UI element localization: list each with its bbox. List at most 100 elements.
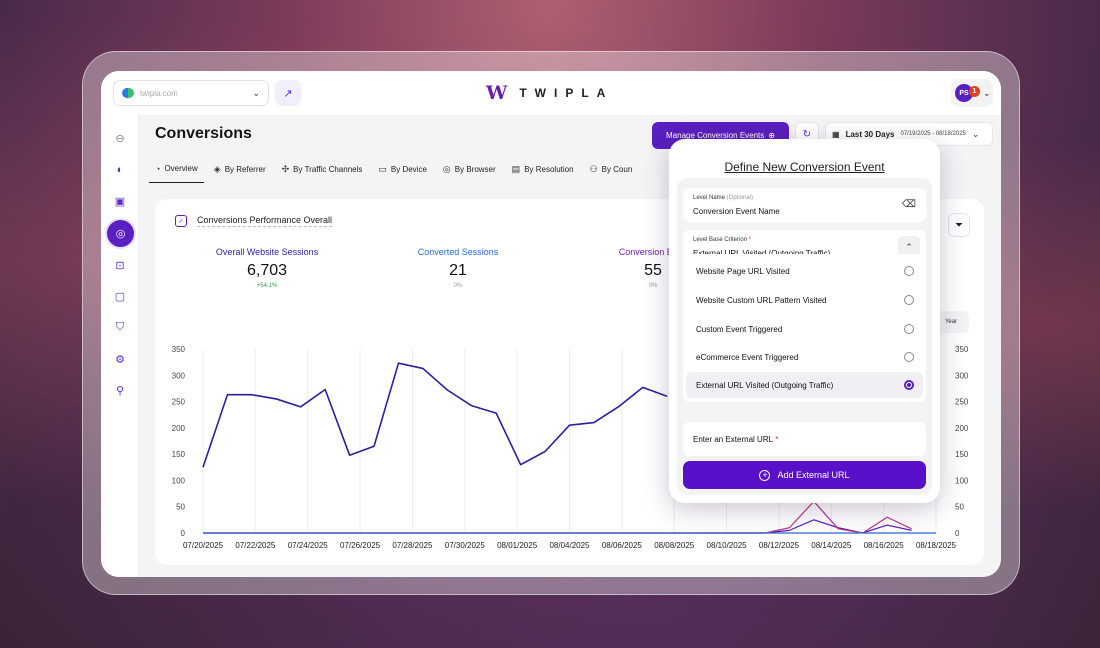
- x-tick-label: 07/26/2025: [340, 541, 381, 550]
- option-label: Custom Event Triggered: [696, 324, 783, 334]
- calendar-icon: ▦: [832, 129, 840, 139]
- external-url-input[interactable]: Enter an External URL *: [683, 422, 926, 456]
- tab-bar: ◔ Overview ◈ By Referrer ✣ By Traffic Chann…: [149, 155, 638, 183]
- y-tick-label-right: 200: [955, 424, 969, 433]
- option-ecommerce-event[interactable]: eCommerce Event Triggered: [686, 344, 923, 370]
- y-tick-label-right: 0: [955, 529, 960, 538]
- sidebar-globe-icon[interactable]: ◐: [108, 158, 132, 182]
- radio-button[interactable]: [904, 352, 914, 362]
- x-tick-label: 08/10/2025: [707, 541, 748, 550]
- add-button-label: Add External URL: [777, 470, 850, 480]
- tab-by-browser[interactable]: ◎ By Browser: [437, 155, 502, 183]
- series-line-0: [202, 362, 668, 468]
- x-tick-label: 07/20/2025: [183, 541, 224, 550]
- sidebar-gear-icon[interactable]: ⚙: [108, 347, 132, 371]
- x-tick-label: 08/08/2025: [654, 541, 695, 550]
- x-tick-label: 08/12/2025: [759, 541, 800, 550]
- criterion-label-text: Level Base Criterion: [693, 237, 748, 243]
- tab-by-resolution[interactable]: ▤ By Resolution: [506, 155, 580, 183]
- tab-label: By Referrer: [224, 164, 266, 174]
- series-line-1: [203, 519, 912, 534]
- required-mark: *: [748, 237, 752, 243]
- eraser-icon[interactable]: ⌫: [902, 199, 916, 210]
- level-name-label: Level Name (Optional): [693, 195, 753, 201]
- tab-label: By Traffic Channels: [293, 164, 363, 174]
- tab-overview[interactable]: ◔ Overview: [149, 155, 204, 183]
- sidebar-chat-icon[interactable]: ▢: [108, 284, 132, 308]
- plus-circle-icon: +: [759, 469, 771, 481]
- tab-label: By Coun: [601, 164, 633, 174]
- criterion-label: Level Base Criterion *: [693, 237, 751, 243]
- popup-body: Level Name (Optional) Conversion Event N…: [677, 178, 932, 495]
- chevron-down-icon: ⌄: [971, 128, 980, 139]
- level-name-label-text: Level Name: [693, 195, 726, 201]
- user-menu[interactable]: PS 1 ⌄: [951, 79, 993, 107]
- tab-label: By Resolution: [524, 164, 574, 174]
- series-line-2: [203, 500, 912, 534]
- logo-mark: W: [486, 82, 508, 104]
- avatar: PS 1: [955, 84, 980, 102]
- avatar-initials: PS: [959, 89, 969, 97]
- radio-button[interactable]: [904, 324, 914, 334]
- website-selector[interactable]: twipla.com ⌄: [113, 80, 269, 106]
- criterion-options: Website Page URL Visited Website Custom …: [683, 254, 926, 402]
- tab-by-referrer[interactable]: ◈ By Referrer: [208, 155, 272, 183]
- level-name-field[interactable]: Level Name (Optional) Conversion Event N…: [683, 188, 926, 222]
- sidebar-scan-icon[interactable]: ⊡: [108, 253, 132, 277]
- option-external-url[interactable]: External URL Visited (Outgoing Traffic): [686, 372, 923, 398]
- option-label: External URL Visited (Outgoing Traffic): [696, 380, 834, 390]
- tab-by-country[interactable]: ⚇ By Coun: [584, 155, 639, 183]
- refresh-icon: ↻: [802, 128, 812, 140]
- top-bar: twipla.com ⌄ ↗ W TWIPLA PS 1 ⌄: [101, 71, 1001, 115]
- y-tick-label: 150: [172, 450, 186, 459]
- x-tick-label: 07/28/2025: [392, 541, 433, 550]
- x-tick-label: 08/18/2025: [916, 541, 957, 550]
- site-url: twipla.com: [140, 88, 178, 98]
- define-conversion-event-popup: Define New Conversion Event Level Name (…: [669, 139, 940, 503]
- tab-icon: ▭: [378, 163, 387, 174]
- y-tick-label-right: 350: [955, 345, 969, 354]
- sidebar-collapse-icon[interactable]: ⊖: [108, 126, 132, 150]
- tab-label: By Device: [390, 164, 427, 174]
- tab-icon: ◎: [442, 163, 451, 174]
- tab-by-device[interactable]: ▭ By Device: [372, 155, 433, 183]
- sidebar-location-icon[interactable]: ⚲: [108, 378, 132, 402]
- sidebar-shield-icon[interactable]: ⛉: [108, 315, 132, 339]
- tab-icon: ⚇: [589, 163, 598, 174]
- option-custom-event[interactable]: Custom Event Triggered: [686, 316, 923, 342]
- radio-button-selected[interactable]: [904, 380, 914, 390]
- x-tick-label: 08/16/2025: [864, 541, 905, 550]
- x-tick-label: 07/22/2025: [235, 541, 276, 550]
- x-tick-label: 07/24/2025: [288, 541, 329, 550]
- date-range: 07/19/2025 - 08/18/2025: [900, 131, 966, 137]
- option-custom-url-pattern[interactable]: Website Custom URL Pattern Visited: [686, 287, 923, 313]
- add-external-url-button[interactable]: + Add External URL: [683, 461, 926, 489]
- sidebar-target-icon[interactable]: ◎: [107, 220, 134, 247]
- y-tick-label: 50: [176, 503, 185, 512]
- tab-by-traffic-channels[interactable]: ✣ By Traffic Channels: [276, 155, 369, 183]
- x-tick-label: 08/04/2025: [549, 541, 590, 550]
- logo-text: TWIPLA: [519, 86, 614, 100]
- x-tick-label: 08/01/2025: [497, 541, 538, 550]
- external-link-icon: ↗: [283, 87, 293, 100]
- y-tick-label-right: 100: [955, 476, 969, 485]
- tab-icon: ✣: [281, 163, 290, 174]
- radio-button[interactable]: [904, 266, 914, 276]
- tab-icon: ◔: [155, 163, 161, 174]
- required-mark: *: [775, 434, 779, 444]
- x-tick-label: 08/06/2025: [602, 541, 643, 550]
- y-tick-label: 0: [181, 529, 186, 538]
- chevron-down-icon: ⌄: [252, 87, 260, 98]
- y-tick-label: 350: [172, 345, 186, 354]
- option-page-url[interactable]: Website Page URL Visited: [686, 258, 923, 284]
- tab-icon: ◈: [213, 163, 221, 174]
- radio-button[interactable]: [904, 295, 914, 305]
- y-tick-label: 200: [172, 424, 186, 433]
- notification-badge: 1: [969, 86, 980, 97]
- open-external-button[interactable]: ↗: [275, 80, 301, 106]
- y-tick-label-right: 300: [955, 371, 969, 380]
- optional-tag: (Optional): [726, 195, 754, 201]
- page-title: Conversions: [155, 125, 252, 142]
- sidebar-inbox-icon[interactable]: ▣: [108, 189, 132, 213]
- tab-icon: ▤: [511, 163, 521, 174]
